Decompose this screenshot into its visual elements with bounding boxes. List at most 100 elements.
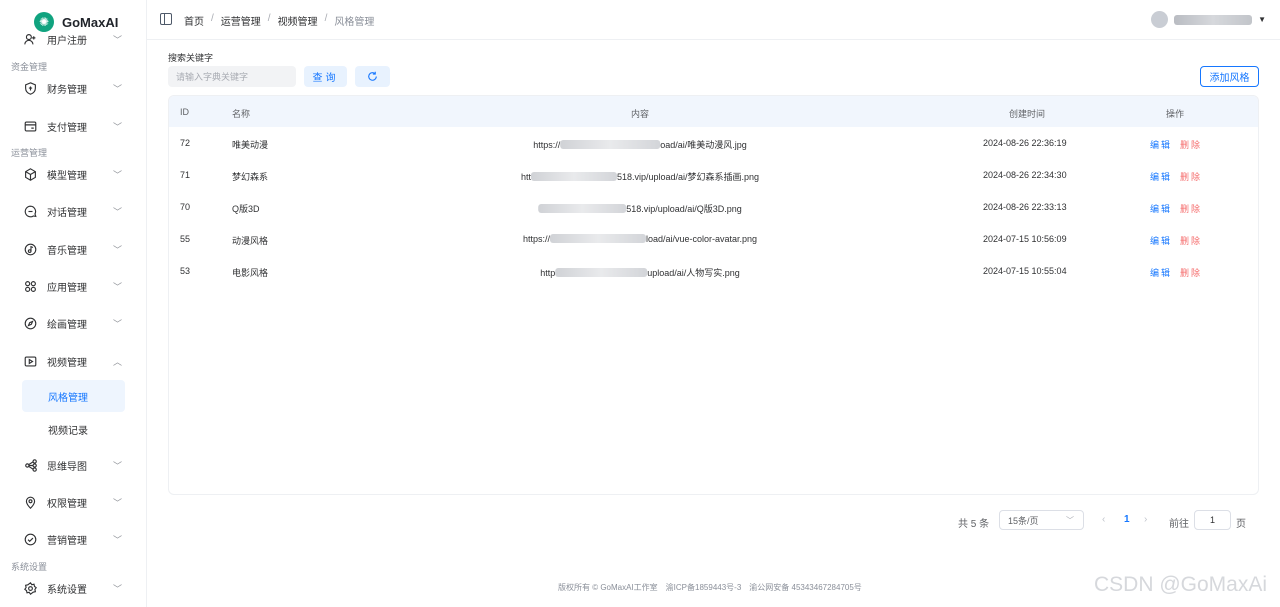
cell-content: 518.vip/upload/ai/Q版3D.png bbox=[538, 202, 742, 215]
music-icon bbox=[23, 242, 38, 257]
footer-copyright: 版权所有 © GoMaxAI工作室 bbox=[558, 583, 658, 592]
footer-police[interactable]: 渝公网安备 45343467284705号 bbox=[749, 582, 862, 593]
sidebar-item-user-register[interactable]: 用户注册 ﹀ bbox=[0, 25, 146, 53]
query-button[interactable]: 查询 bbox=[304, 66, 347, 87]
edit-link[interactable]: 编辑 bbox=[1150, 138, 1172, 151]
edit-link[interactable]: 编辑 bbox=[1150, 266, 1172, 279]
sidebar-toggle-icon[interactable] bbox=[160, 13, 172, 25]
chevron-down-icon: ﹀ bbox=[113, 583, 123, 594]
cell-id: 53 bbox=[180, 266, 191, 276]
cell-name: 唯美动漫 bbox=[232, 140, 269, 150]
sidebar-item-model[interactable]: 模型管理 ﹀ bbox=[0, 160, 146, 188]
sidebar-item-label: 系统设置 bbox=[47, 584, 87, 596]
table-row: 55 动漫风格 https://load/ai/vue-color-avatar… bbox=[169, 223, 1258, 255]
caret-down-icon: ▼ bbox=[1258, 15, 1266, 24]
style-table: ID 名称 内容 创建时间 操作 72 唯美动漫 https://oad/ai/… bbox=[168, 95, 1259, 495]
delete-link[interactable]: 删除 bbox=[1180, 202, 1202, 215]
page-number-current[interactable]: 1 bbox=[1124, 514, 1130, 525]
sidebar-item-drawing[interactable]: 绘画管理 ﹀ bbox=[0, 309, 146, 337]
sidebar-item-label: 支付管理 bbox=[47, 122, 87, 134]
video-icon bbox=[23, 354, 38, 369]
sidebar-item-chat[interactable]: 对话管理 ﹀ bbox=[0, 197, 146, 225]
breadcrumb: 首页 / 运营管理 / 视频管理 / 风格管理 bbox=[184, 13, 374, 28]
column-header-name: 名称 bbox=[232, 109, 251, 119]
table-row: 70 Q版3D 518.vip/upload/ai/Q版3D.png 2024-… bbox=[169, 191, 1258, 223]
delete-link[interactable]: 删除 bbox=[1180, 266, 1202, 279]
refresh-button[interactable] bbox=[355, 66, 390, 87]
edit-link[interactable]: 编辑 bbox=[1150, 234, 1172, 247]
breadcrumb-separator: / bbox=[267, 13, 271, 24]
search-input[interactable] bbox=[168, 66, 296, 87]
location-shield-icon bbox=[23, 495, 38, 510]
next-page-icon[interactable]: › bbox=[1144, 514, 1147, 525]
chevron-down-icon: ﹀ bbox=[113, 244, 123, 255]
sidebar-item-music[interactable]: 音乐管理 ﹀ bbox=[0, 235, 146, 263]
sidebar-item-label: 财务管理 bbox=[47, 84, 87, 96]
cell-content: http upload/ai/人物写实.png bbox=[540, 268, 740, 278]
chevron-down-icon: ﹀ bbox=[113, 460, 123, 471]
chevron-down-icon: ﹀ bbox=[1066, 516, 1074, 525]
cell-content: htt 518.vip/upload/ai/梦幻森系插画.png bbox=[520, 172, 760, 182]
group-title-operations: 运营管理 bbox=[11, 148, 48, 158]
breadcrumb-video[interactable]: 视频管理 bbox=[278, 13, 318, 28]
sidebar-item-label: 视频管理 bbox=[47, 357, 87, 369]
table-header: ID 名称 内容 创建时间 操作 bbox=[169, 96, 1258, 127]
username-redacted bbox=[1174, 14, 1253, 25]
breadcrumb-current: 风格管理 bbox=[334, 17, 375, 28]
chevron-down-icon: ﹀ bbox=[113, 281, 123, 292]
sidebar: ✺ GoMaxAI 用户注册 ﹀ 资金管理 财务管理 ﹀ 支付管理 ﹀ 运营管理… bbox=[0, 0, 147, 607]
edit-link[interactable]: 编辑 bbox=[1150, 202, 1172, 215]
sidebar-item-permissions[interactable]: 权限管理 ﹀ bbox=[0, 488, 146, 516]
sidebar-item-finance[interactable]: 财务管理 ﹀ bbox=[0, 74, 146, 102]
page-size-select[interactable]: 15条/页 ﹀ bbox=[999, 510, 1084, 530]
breadcrumb-operations[interactable]: 运营管理 bbox=[221, 13, 261, 28]
wallet-icon bbox=[23, 119, 38, 134]
edit-link[interactable]: 编辑 bbox=[1150, 170, 1172, 183]
table-row: 71 梦幻森系 htt 518.vip/upload/ai/梦幻森系插画.png … bbox=[169, 159, 1258, 191]
cell-name: 动漫风格 bbox=[232, 236, 269, 246]
mindmap-icon bbox=[23, 458, 38, 473]
footer-icp[interactable]: 渝ICP备1859443号-3 bbox=[666, 582, 742, 593]
sidebar-item-label: 用户注册 bbox=[47, 35, 87, 47]
prev-page-icon[interactable]: ‹ bbox=[1102, 514, 1105, 525]
cell-id: 70 bbox=[180, 202, 191, 212]
delete-link[interactable]: 删除 bbox=[1180, 170, 1202, 183]
goto-page-input[interactable] bbox=[1194, 510, 1231, 530]
apps-icon bbox=[23, 279, 38, 294]
cell-name: 电影风格 bbox=[232, 268, 269, 278]
watermark: CSDN @GoMaxAi bbox=[1094, 573, 1268, 596]
cell-name: Q版3D bbox=[232, 204, 260, 214]
avatar[interactable] bbox=[1151, 11, 1169, 28]
sidebar-item-apps[interactable]: 应用管理 ﹀ bbox=[0, 272, 146, 300]
chevron-down-icon: ﹀ bbox=[113, 169, 123, 180]
column-header-content: 内容 bbox=[631, 109, 650, 119]
delete-link[interactable]: 删除 bbox=[1180, 234, 1202, 247]
sidebar-item-video[interactable]: 视频管理 ︿ bbox=[0, 347, 146, 375]
breadcrumb-home[interactable]: 首页 bbox=[184, 13, 204, 28]
user-menu[interactable]: ▼ bbox=[1151, 11, 1266, 28]
cell-created: 2024-08-26 22:33:13 bbox=[983, 202, 1067, 212]
cell-id: 55 bbox=[180, 234, 191, 244]
sidebar-item-label: 应用管理 bbox=[47, 282, 87, 294]
sidebar-item-label: 对话管理 bbox=[47, 207, 87, 219]
cell-id: 71 bbox=[180, 170, 191, 180]
sidebar-item-system-settings[interactable]: 系统设置 ﹀ bbox=[0, 574, 146, 602]
cell-content: https://oad/ai/唯美动漫风.jpg bbox=[533, 140, 747, 150]
column-header-actions: 操作 bbox=[1166, 109, 1185, 119]
sidebar-item-marketing[interactable]: 营销管理 ﹀ bbox=[0, 525, 146, 553]
breadcrumb-separator: / bbox=[324, 13, 328, 24]
chevron-down-icon: ﹀ bbox=[113, 534, 123, 545]
chevron-down-icon: ﹀ bbox=[113, 83, 123, 94]
table-row: 72 唯美动漫 https://oad/ai/唯美动漫风.jpg 2024-08… bbox=[169, 127, 1258, 159]
delete-link[interactable]: 删除 bbox=[1180, 138, 1202, 151]
sidebar-subitem-style[interactable]: 风格管理 bbox=[22, 380, 125, 412]
sidebar-subitem-video-records[interactable]: 视频记录 bbox=[22, 413, 125, 445]
cube-icon bbox=[23, 167, 38, 182]
cell-created: 2024-08-26 22:34:30 bbox=[983, 170, 1067, 180]
column-header-id: ID bbox=[180, 107, 189, 117]
add-style-button[interactable]: 添加风格 bbox=[1200, 66, 1259, 87]
sidebar-item-label: 营销管理 bbox=[47, 535, 87, 547]
sidebar-item-payment[interactable]: 支付管理 ﹀ bbox=[0, 112, 146, 140]
table-row: 53 电影风格 http upload/ai/人物写实.png 2024-07-1… bbox=[169, 255, 1258, 287]
sidebar-item-mindmap[interactable]: 思维导图 ﹀ bbox=[0, 451, 146, 479]
